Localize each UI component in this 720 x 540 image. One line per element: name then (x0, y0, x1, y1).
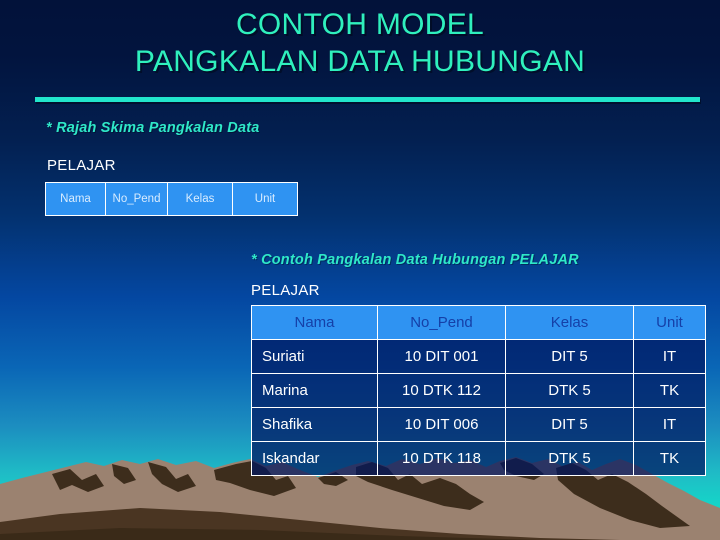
cell-kelas: DIT 5 (505, 407, 634, 442)
schema-column-no-pend: No_Pend (105, 182, 168, 216)
table-row: Marina 10 DTK 112 DTK 5 TK (251, 373, 706, 408)
cell-kelas: DIT 5 (505, 339, 634, 374)
schema-column-kelas: Kelas (167, 182, 233, 216)
cell-unit: IT (633, 339, 706, 374)
column-header-no-pend: No_Pend (377, 305, 506, 340)
slide-canvas: CONTOH MODEL PANGKALAN DATA HUBUNGAN * R… (0, 0, 720, 540)
column-header-unit: Unit (633, 305, 706, 340)
table-row: Iskandar 10 DTK 118 DTK 5 TK (251, 441, 706, 476)
cell-unit: TK (633, 441, 706, 476)
cell-kelas: DTK 5 (505, 441, 634, 476)
table-row: Nama No_Pend Kelas Unit (45, 182, 298, 216)
instance-caption: * Contoh Pangkalan Data Hubungan PELAJAR (251, 252, 579, 268)
cell-kelas: DTK 5 (505, 373, 634, 408)
page-title: CONTOH MODEL PANGKALAN DATA HUBUNGAN (134, 8, 586, 78)
schema-caption: * Rajah Skima Pangkalan Data (46, 120, 260, 136)
cell-nama: Suriati (251, 339, 378, 374)
table-row: Shafika 10 DIT 006 DIT 5 IT (251, 407, 706, 442)
table-header-row: Nama No_Pend Kelas Unit (251, 305, 706, 340)
cell-unit: IT (633, 407, 706, 442)
title-divider (35, 97, 700, 102)
cell-nama: Iskandar (251, 441, 378, 476)
cell-nama: Marina (251, 373, 378, 408)
schema-column-unit: Unit (232, 182, 298, 216)
schema-entity-label: PELAJAR (47, 157, 116, 174)
cell-nama: Shafika (251, 407, 378, 442)
cell-no-pend: 10 DIT 006 (377, 407, 506, 442)
column-header-kelas: Kelas (505, 305, 634, 340)
cell-no-pend: 10 DTK 112 (377, 373, 506, 408)
column-header-nama: Nama (251, 305, 378, 340)
cell-unit: TK (633, 373, 706, 408)
schema-table: Nama No_Pend Kelas Unit (45, 182, 298, 216)
schema-column-nama: Nama (45, 182, 106, 216)
instance-data-table: Nama No_Pend Kelas Unit Suriati 10 DIT 0… (251, 305, 706, 476)
table-row: Suriati 10 DIT 001 DIT 5 IT (251, 339, 706, 374)
cell-no-pend: 10 DIT 001 (377, 339, 506, 374)
cell-no-pend: 10 DTK 118 (377, 441, 506, 476)
instance-entity-label: PELAJAR (251, 282, 320, 299)
